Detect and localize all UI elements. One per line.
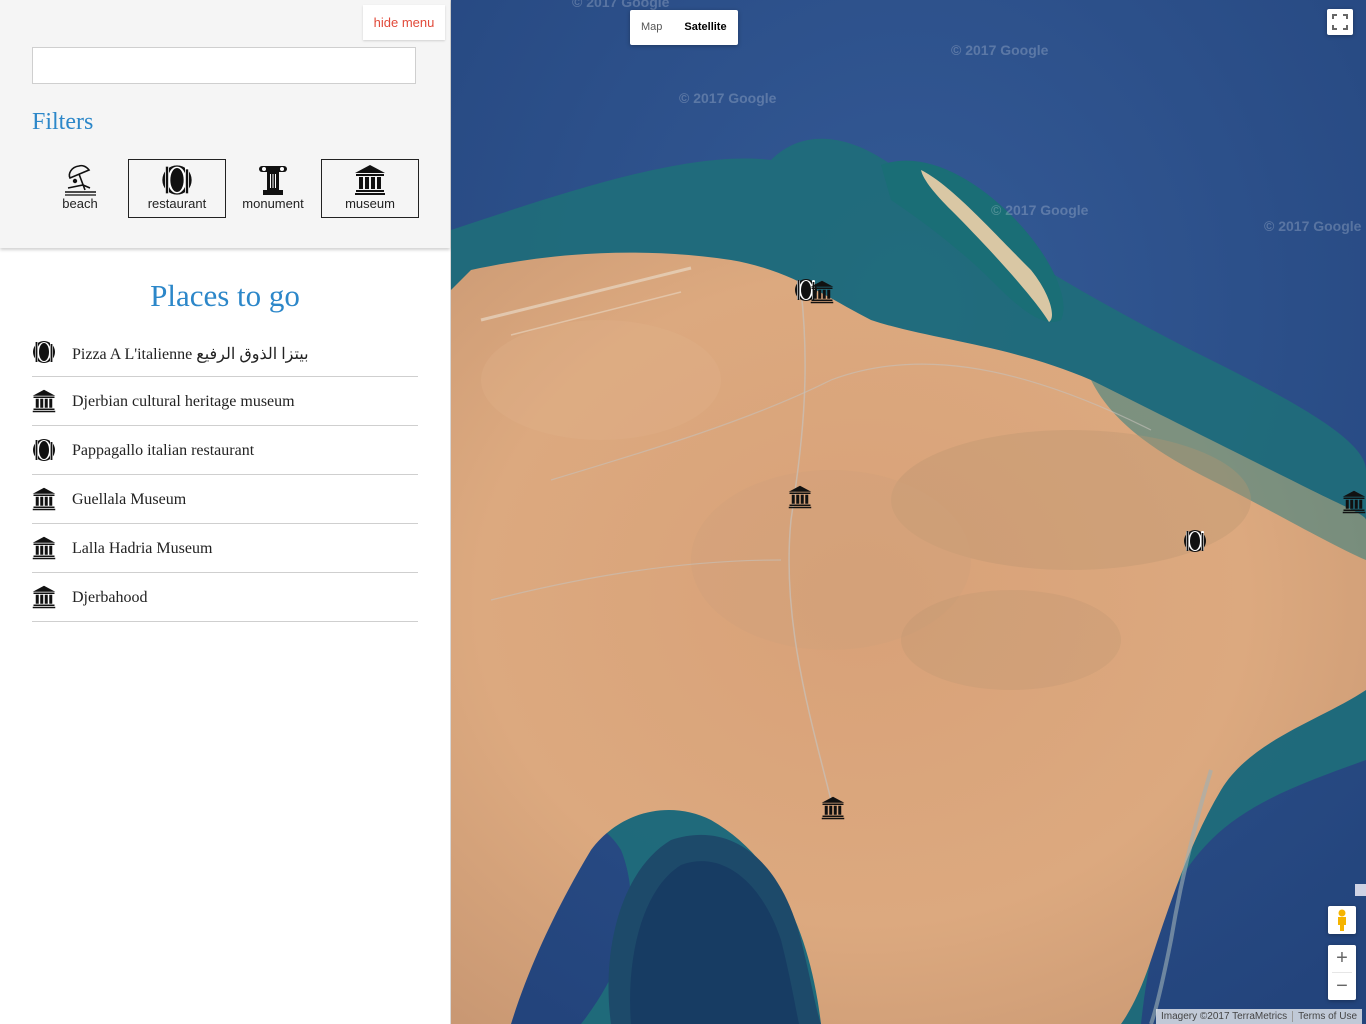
place-name: Djerbahood	[72, 589, 148, 606]
museum-icon	[32, 536, 56, 560]
map-marker-restaurant-icon[interactable]	[1183, 529, 1207, 553]
zoom-in-button[interactable]: +	[1328, 945, 1356, 972]
filter-beach-button[interactable]: beach	[31, 159, 129, 218]
map-marker-museum-icon[interactable]	[788, 485, 812, 509]
map-scroll-handle[interactable]	[1355, 884, 1366, 896]
fullscreen-icon	[1332, 14, 1348, 30]
place-item-pappagallo-italian-restaurant[interactable]: Pappagallo italian restaurant	[32, 426, 418, 475]
map-marker-museum-icon[interactable]	[810, 280, 834, 304]
place-item-lalla-hadria-museum[interactable]: Lalla Hadria Museum	[32, 524, 418, 573]
museum-icon	[32, 487, 56, 511]
filter-monument-label: monument	[242, 196, 304, 211]
map-type-control: Map Satellite	[630, 10, 738, 45]
hide-menu-button[interactable]: hide menu	[363, 5, 445, 40]
map-watermark: © 2017 Google	[572, 0, 670, 10]
museum-icon	[32, 585, 56, 609]
map-watermark: © 2017 Google	[679, 90, 777, 106]
map-marker-museum-icon[interactable]	[1342, 490, 1366, 514]
restaurant-icon	[33, 341, 55, 363]
place-name: Pappagallo italian restaurant	[72, 442, 255, 459]
sidebar: hide menu Filters beach restaurant monum…	[0, 0, 451, 1024]
monument-icon	[225, 164, 321, 196]
place-name: Djerbian cultural heritage museum	[72, 393, 295, 410]
zoom-control: + −	[1328, 945, 1356, 1000]
filter-museum-label: museum	[345, 196, 395, 211]
map-attribution: Imagery ©2017 TerraMetrics Terms of Use	[1156, 1009, 1363, 1024]
place-item-djerbian-cultural-heritage-museum[interactable]: Djerbian cultural heritage museum	[32, 377, 418, 426]
map-canvas[interactable]: © 2017 Google © 2017 Google © 2017 Googl…	[451, 0, 1366, 1024]
museum-icon	[32, 389, 56, 413]
pegman-icon	[1338, 909, 1346, 931]
filter-restaurant-label: restaurant	[147, 196, 207, 211]
map-watermark: © 2017 Google	[1264, 218, 1362, 234]
place-name: Lalla Hadria Museum	[72, 540, 213, 557]
search-input[interactable]	[32, 47, 416, 84]
filter-monument-button[interactable]: monument	[224, 159, 322, 218]
zoom-out-button[interactable]: −	[1328, 973, 1356, 1000]
imagery-attribution: Imagery ©2017 TerraMetrics	[1161, 1011, 1288, 1022]
map-type-satellite-button[interactable]: Satellite	[673, 10, 737, 45]
terms-of-use-link[interactable]: Terms of Use	[1293, 1009, 1362, 1024]
map-marker-museum-icon[interactable]	[821, 796, 845, 820]
street-view-button[interactable]	[1328, 906, 1356, 934]
places-title: Places to go	[150, 278, 300, 313]
filter-panel: hide menu Filters beach restaurant monum…	[0, 0, 450, 248]
beach-icon	[32, 164, 128, 196]
place-name: Guellala Museum	[72, 491, 187, 508]
restaurant-icon	[33, 439, 55, 461]
filter-museum-button[interactable]: museum	[321, 159, 419, 218]
place-item-pizza-a-litalienne[interactable]: Pizza A L'italienne بيتزا الذوق الرفيع	[32, 328, 418, 377]
place-name: Pizza A L'italienne بيتزا الذوق الرفيع	[72, 346, 309, 363]
filter-restaurant-button[interactable]: restaurant	[128, 159, 226, 218]
restaurant-icon	[129, 164, 225, 196]
filter-beach-label: beach	[62, 196, 98, 211]
satellite-imagery	[451, 0, 1366, 1024]
place-item-guellala-museum[interactable]: Guellala Museum	[32, 475, 418, 524]
fullscreen-button[interactable]	[1327, 9, 1353, 35]
place-list: Pizza A L'italienne بيتزا الذوق الرفيع D…	[32, 328, 418, 622]
map-watermark: © 2017 Google	[951, 42, 1049, 58]
filters-title: Filters	[32, 109, 94, 135]
museum-icon	[322, 164, 418, 196]
place-item-djerbahood[interactable]: Djerbahood	[32, 573, 418, 622]
map-watermark: © 2017 Google	[991, 202, 1089, 218]
map-type-map-button[interactable]: Map	[630, 10, 673, 45]
